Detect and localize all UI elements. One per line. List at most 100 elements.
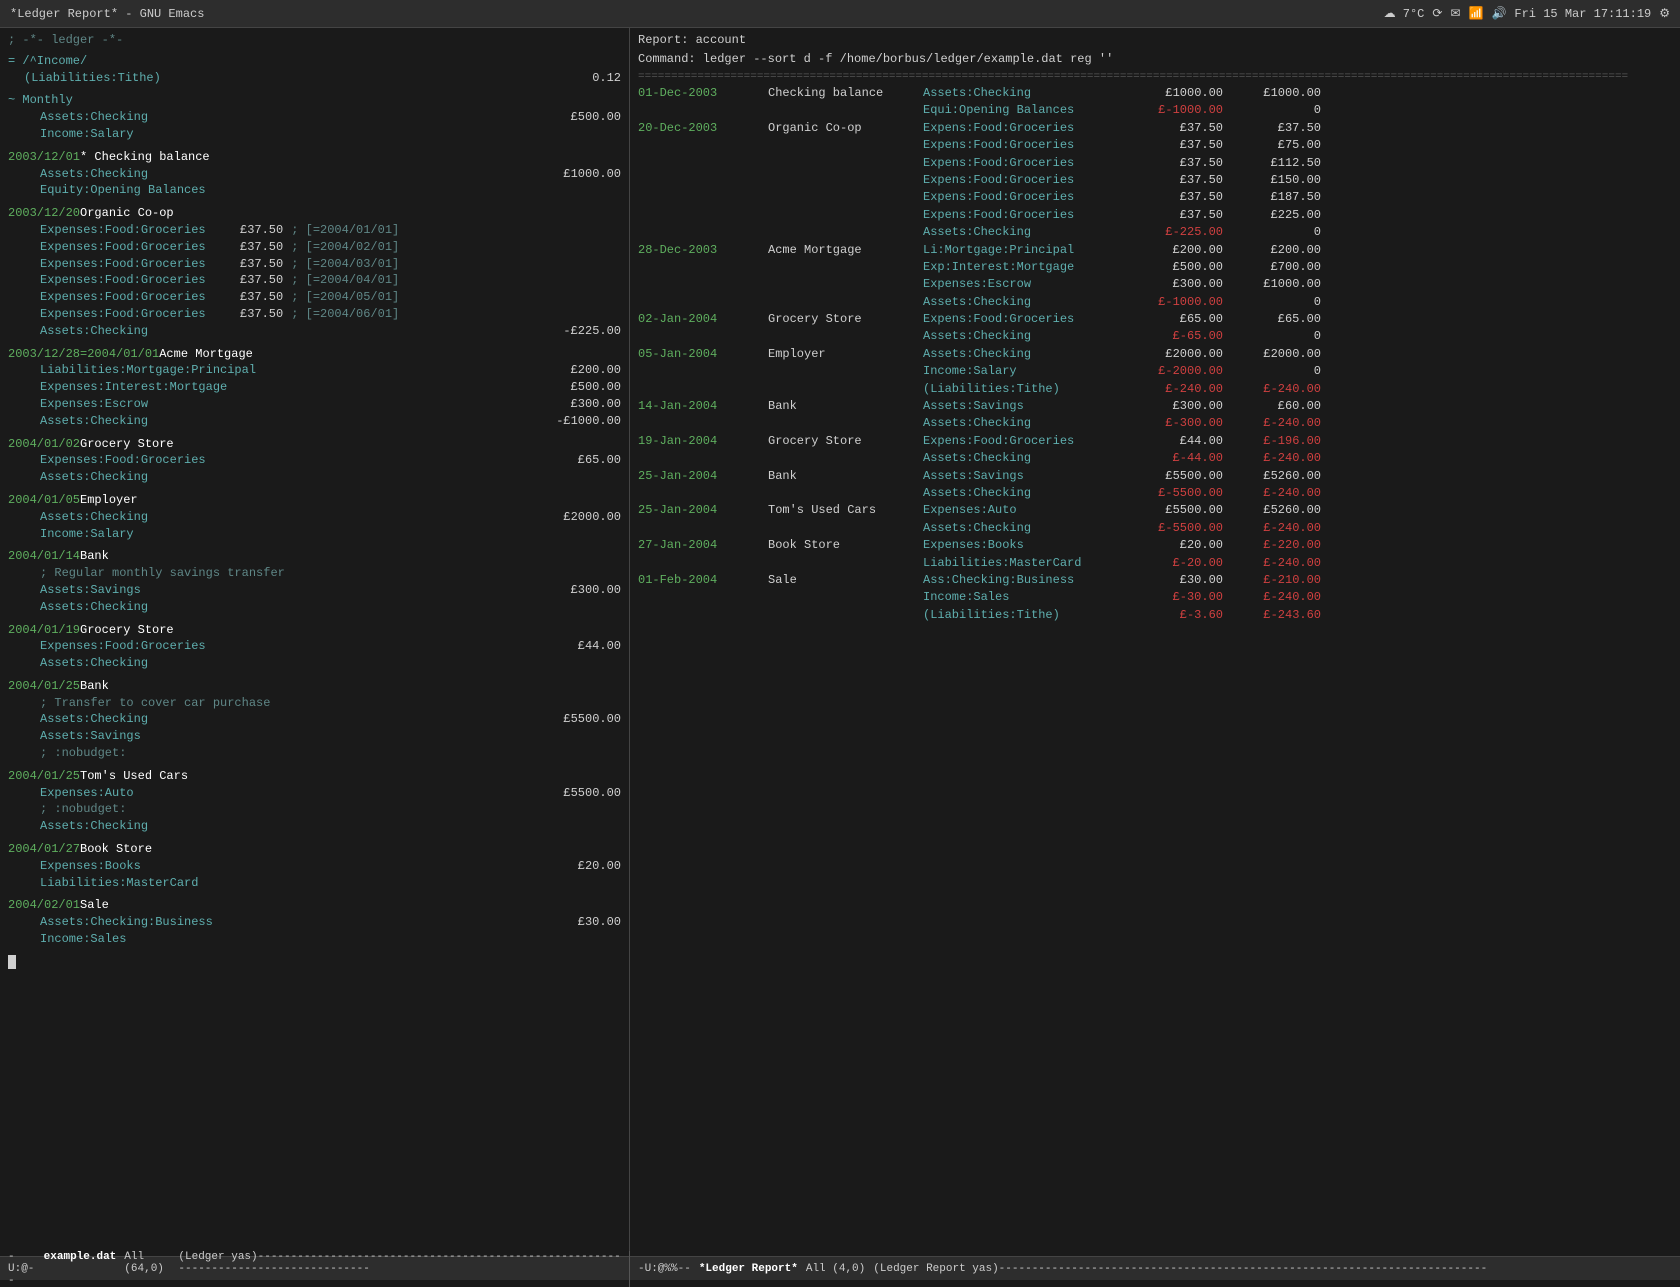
txn-20040125bank-header: 2004/01/25 Bank: [8, 678, 621, 695]
report-rows: 01-Dec-2003 Checking balance Assets:Chec…: [638, 85, 1672, 624]
row-amount: £-65.00: [1133, 328, 1223, 345]
report-row: (Liabilities:Tithe) £-240.00 £-240.00: [638, 381, 1672, 398]
row-account: Liabilities:MasterCard: [923, 555, 1133, 572]
row-amount: £44.00: [1133, 433, 1223, 450]
left-pane[interactable]: ; -*- ledger -*- = /^Income/ (Liabilitie…: [0, 28, 630, 1256]
txn-20031228-p2: Expenses:Interest:Mortgage £500.00: [8, 379, 621, 396]
row-date: [638, 224, 768, 241]
row-date: 20-Dec-2003: [638, 120, 768, 137]
row-account: Expenses:Auto: [923, 502, 1133, 519]
row-payee: [768, 450, 923, 467]
row-running: £187.50: [1231, 189, 1321, 206]
row-account: (Liabilities:Tithe): [923, 381, 1133, 398]
report-row: 25-Jan-2004 Bank Assets:Savings £5500.00…: [638, 468, 1672, 485]
row-amount: £20.00: [1133, 537, 1223, 554]
row-date: 25-Jan-2004: [638, 468, 768, 485]
txn-20040114-comment: ; Regular monthly savings transfer: [8, 565, 621, 582]
volume-icon[interactable]: 🔊: [1491, 6, 1506, 21]
report-row: Income:Salary £-2000.00 0: [638, 363, 1672, 380]
report-row: 01-Feb-2004 Sale Ass:Checking:Business £…: [638, 572, 1672, 589]
row-date: [638, 137, 768, 154]
row-account: Expens:Food:Groceries: [923, 137, 1133, 154]
report-row: Assets:Checking £-44.00 £-240.00: [638, 450, 1672, 467]
left-mode2: (Ledger yas)----------------------------…: [178, 1251, 621, 1287]
row-date: 25-Jan-2004: [638, 502, 768, 519]
report-command: Command: ledger --sort d -f /home/borbus…: [638, 51, 1672, 68]
header-comment: ; -*- ledger -*-: [8, 32, 621, 49]
row-payee: [768, 102, 923, 119]
row-running: £700.00: [1231, 259, 1321, 276]
report-row: Expens:Food:Groceries £37.50 £150.00: [638, 172, 1672, 189]
report-title: Report: account: [638, 32, 1672, 49]
txn-20031201-header: 2003/12/01 * Checking balance: [8, 149, 621, 166]
right-pane[interactable]: Report: account Command: ledger --sort d…: [630, 28, 1680, 1256]
txn-20040119-p2: Assets:Checking: [8, 655, 621, 672]
row-running: £-240.00: [1231, 450, 1321, 467]
txn-20040201-p1: Assets:Checking:Business £30.00: [8, 914, 621, 931]
row-amount: £37.50: [1133, 137, 1223, 154]
txn-20040105-p2: Income:Salary: [8, 526, 621, 543]
report-row: 28-Dec-2003 Acme Mortgage Li:Mortgage:Pr…: [638, 242, 1672, 259]
txn-20031228-p1: Liabilities:Mortgage:Principal £200.00: [8, 362, 621, 379]
row-amount: £5500.00: [1133, 468, 1223, 485]
report-row: 27-Jan-2004 Book Store Expenses:Books £2…: [638, 537, 1672, 554]
row-payee: [768, 137, 923, 154]
row-amount: £-3.60: [1133, 607, 1223, 624]
main-area: ; -*- ledger -*- = /^Income/ (Liabilitie…: [0, 28, 1680, 1256]
email-icon[interactable]: ✉: [1450, 6, 1460, 21]
row-date: [638, 520, 768, 537]
txn-20031201-p1: Assets:Checking £1000.00: [8, 166, 621, 183]
report-row: Expenses:Escrow £300.00 £1000.00: [638, 276, 1672, 293]
row-account: Expenses:Escrow: [923, 276, 1133, 293]
txn-20031228-header: 2003/12/28=2004/01/01 Acme Mortgage: [8, 346, 621, 363]
txn-20040105-p1: Assets:Checking £2000.00: [8, 509, 621, 526]
row-date: [638, 207, 768, 224]
row-account: Expens:Food:Groceries: [923, 189, 1133, 206]
txn-20040114-p2: Assets:Checking: [8, 599, 621, 616]
row-running: 0: [1231, 294, 1321, 311]
report-row: Assets:Checking £-65.00 0: [638, 328, 1672, 345]
row-running: £-240.00: [1231, 520, 1321, 537]
right-mode: -U:@%%--: [638, 1263, 691, 1275]
row-payee: Bank: [768, 398, 923, 415]
row-account: Assets:Checking: [923, 328, 1133, 345]
title-bar: *Ledger Report* - GNU Emacs ☁ 7°C ⟳ ✉ 📶 …: [0, 0, 1680, 28]
row-amount: £-1000.00: [1133, 294, 1223, 311]
settings-icon[interactable]: ⚙: [1659, 6, 1670, 21]
report-row: Assets:Checking £-225.00 0: [638, 224, 1672, 241]
txn-20040114-p1: Assets:Savings £300.00: [8, 582, 621, 599]
row-running: £150.00: [1231, 172, 1321, 189]
report-row: (Liabilities:Tithe) £-3.60 £-243.60: [638, 607, 1672, 624]
row-date: [638, 155, 768, 172]
weather-display: ☁ 7°C: [1384, 6, 1425, 21]
income-salary-periodic: Income:Salary: [8, 126, 621, 143]
row-amount: £-240.00: [1133, 381, 1223, 398]
monthly-rule: ~ Monthly: [8, 92, 621, 109]
report-row: Assets:Checking £-5500.00 £-240.00: [638, 485, 1672, 502]
row-date: 28-Dec-2003: [638, 242, 768, 259]
report-row: Expens:Food:Groceries £37.50 £75.00: [638, 137, 1672, 154]
row-payee: [768, 381, 923, 398]
row-running: £-240.00: [1231, 415, 1321, 432]
row-account: Expens:Food:Groceries: [923, 172, 1133, 189]
row-amount: £-1000.00: [1133, 102, 1223, 119]
txn-20040125bank-p1: Assets:Checking £5500.00: [8, 711, 621, 728]
row-account: Assets:Checking: [923, 450, 1133, 467]
row-account: Expenses:Books: [923, 537, 1133, 554]
txn-20031220-p3: Expenses:Food:Groceries £37.50 ; [=2004/…: [8, 256, 621, 273]
row-running: £-240.00: [1231, 589, 1321, 606]
row-running: £-220.00: [1231, 537, 1321, 554]
row-date: [638, 381, 768, 398]
row-date: [638, 189, 768, 206]
row-account: Income:Salary: [923, 363, 1133, 380]
refresh-icon[interactable]: ⟳: [1432, 6, 1442, 21]
txn-20031228-p3: Expenses:Escrow £300.00: [8, 396, 621, 413]
txn-20040125bank-comment: ; Transfer to cover car purchase: [8, 695, 621, 712]
report-row: Exp:Interest:Mortgage £500.00 £700.00: [638, 259, 1672, 276]
row-running: £112.50: [1231, 155, 1321, 172]
row-running: £200.00: [1231, 242, 1321, 259]
status-bar-left: -U:@-- example.dat All (64,0) (Ledger ya…: [0, 1251, 630, 1287]
report-row: Expens:Food:Groceries £37.50 £225.00: [638, 207, 1672, 224]
row-running: £75.00: [1231, 137, 1321, 154]
row-payee: Book Store: [768, 537, 923, 554]
